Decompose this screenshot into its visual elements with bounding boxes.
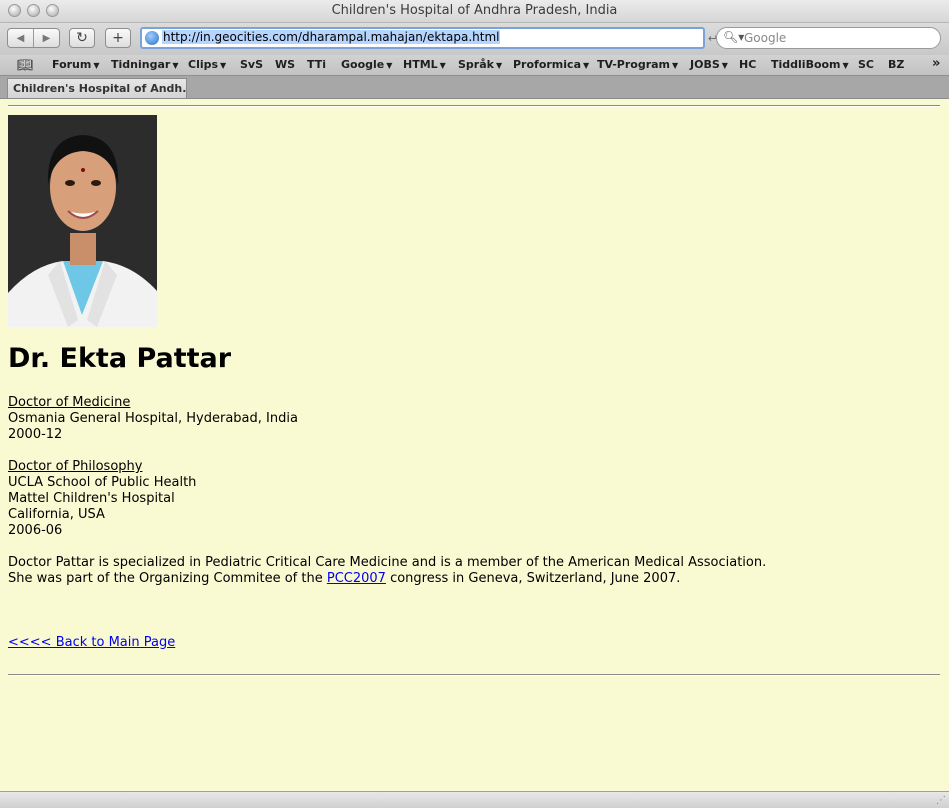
plus-icon: +: [112, 30, 124, 46]
bookmark-label: WS: [275, 58, 296, 71]
bookmark-label: BZ: [888, 58, 905, 71]
bookmark-html[interactable]: HTML ▼: [403, 58, 446, 71]
back-button[interactable]: ◀: [8, 29, 34, 47]
degree-title: Doctor of Philosophy: [8, 459, 143, 474]
bookmark-bz[interactable]: BZ: [888, 58, 904, 71]
bookmark-label: TiddliBoom: [771, 58, 841, 71]
bio-line-2: She was part of the Organizing Commitee …: [8, 571, 766, 587]
back-to-main-link[interactable]: <<<< Back to Main Page: [8, 635, 175, 650]
dropdown-arrow-icon: ▼: [721, 61, 728, 70]
degree-years: 2006-06: [8, 523, 63, 538]
address-bar[interactable]: http://in.geocities.com/dharampal.mahaja…: [140, 27, 705, 49]
bookmark-tti[interactable]: TTi: [307, 58, 326, 71]
tab-bar: Children's Hospital of Andh...: [0, 76, 949, 99]
doctor-photo: [8, 115, 157, 327]
bookmark-label: JOBS: [690, 58, 720, 71]
top-divider: [8, 105, 940, 107]
bookmarks-book-icon[interactable]: 📖︎: [17, 58, 34, 73]
dropdown-arrow-icon: ▼: [439, 61, 446, 70]
pcc2007-link[interactable]: PCC2007: [327, 571, 386, 586]
bookmark-label: SC: [858, 58, 874, 71]
degree-title: Doctor of Medicine: [8, 395, 131, 410]
bookmark-tiddliboom[interactable]: TiddliBoom ▼: [771, 58, 849, 71]
bookmark-tidningar[interactable]: Tidningar ▼: [111, 58, 178, 71]
bookmark-ws[interactable]: WS: [275, 58, 295, 71]
bottom-divider: [8, 674, 940, 676]
degree-location: California, USA: [8, 507, 105, 522]
bookmark-proformica[interactable]: Proformica ▼: [513, 58, 589, 71]
dropdown-arrow-icon: ▼: [583, 61, 590, 70]
status-bar: ⋰: [0, 791, 949, 808]
forward-button[interactable]: ▶: [34, 29, 59, 47]
window-titlebar: Children's Hospital of Andhra Pradesh, I…: [0, 0, 949, 23]
bookmark-label: Tidningar: [111, 58, 171, 71]
dropdown-arrow-icon: ▼: [842, 61, 849, 70]
bookmark-sc[interactable]: SC: [858, 58, 874, 71]
degree-school: Osmania General Hospital, Hyderabad, Ind…: [8, 411, 298, 426]
degree-medicine: Doctor of Medicine Osmania General Hospi…: [8, 395, 298, 443]
doctor-name-heading: Dr. Ekta Pattar: [8, 343, 232, 374]
bookmark-label: TTi: [307, 58, 327, 71]
degree-hospital: Mattel Children's Hospital: [8, 491, 175, 506]
globe-icon: [145, 31, 159, 45]
dropdown-arrow-icon: ▼: [672, 61, 679, 70]
bookmark-label: TV-Program: [597, 58, 671, 71]
bookmark-label: SvS: [240, 58, 264, 71]
degree-years: 2000-12: [8, 427, 63, 442]
add-bookmark-button[interactable]: +: [105, 28, 131, 48]
dropdown-arrow-icon: ▼: [93, 61, 100, 70]
bookmarks-bar: 📖︎ » Forum ▼ Tidningar ▼ Clips ▼ SvS WS TTi Googl…: [0, 55, 949, 76]
window-title: Children's Hospital of Andhra Pradesh, I…: [331, 3, 618, 18]
dropdown-arrow-icon: ▼: [172, 61, 179, 70]
bookmark-label: Google: [341, 58, 385, 71]
bookmark-clips[interactable]: Clips ▼: [188, 58, 226, 71]
bookmark-label: HC: [739, 58, 757, 71]
bookmark-label: HTML: [403, 58, 438, 71]
dropdown-arrow-icon: ▼: [220, 61, 227, 70]
bookmark-google[interactable]: Google ▼: [341, 58, 392, 71]
dropdown-arrow-icon: ▼: [386, 61, 393, 70]
more-bookmarks-icon[interactable]: »: [932, 56, 940, 71]
bookmark-label: Proformica: [513, 58, 581, 71]
bookmark-tv-program[interactable]: TV-Program ▼: [597, 58, 678, 71]
degree-school: UCLA School of Public Health: [8, 475, 197, 490]
doctor-bio: Doctor Pattar is specialized in Pediatri…: [8, 555, 766, 587]
search-icon: 🔍︎▾: [723, 30, 745, 44]
tab-current[interactable]: Children's Hospital of Andh...: [7, 78, 187, 98]
bio-line-1: Doctor Pattar is specialized in Pediatri…: [8, 555, 767, 570]
dropdown-arrow-icon: ▼: [495, 61, 503, 70]
bookmark-svs[interactable]: SvS: [240, 58, 263, 71]
page-content: Dr. Ekta Pattar Doctor of Medicine Osman…: [0, 99, 949, 791]
reload-button[interactable]: ↻: [69, 28, 95, 48]
bookmark-label: Clips: [188, 58, 219, 71]
address-text[interactable]: http://in.geocities.com/dharampal.mahaja…: [162, 30, 501, 44]
bookmark-label: Språk: [458, 58, 494, 71]
back-forward-buttons: ◀ ▶: [7, 28, 60, 48]
bio-text-after-link: congress in Geneva, Switzerland, June 20…: [385, 571, 681, 586]
bio-text-before-link: She was part of the Organizing Commitee …: [8, 571, 327, 586]
bookmark-forum[interactable]: Forum ▼: [52, 58, 100, 71]
degree-philosophy: Doctor of Philosophy UCLA School of Publ…: [8, 459, 196, 539]
back-nav: <<<< Back to Main Page: [8, 635, 175, 651]
resize-grip-icon[interactable]: ⋰: [936, 795, 946, 806]
search-placeholder: Google: [744, 31, 787, 45]
bookmark-hc[interactable]: HC: [739, 58, 756, 71]
bookmark-label: Forum: [52, 58, 92, 71]
bookmark-spr-k[interactable]: Språk ▼: [458, 58, 502, 71]
reload-icon: ↻: [76, 30, 88, 46]
browser-toolbar: ◀ ▶ ↻ + http://in.geocities.com/dharampa…: [0, 23, 949, 55]
bookmark-jobs[interactable]: JOBS ▼: [690, 58, 728, 71]
search-field[interactable]: 🔍︎▾ Google: [716, 27, 941, 49]
